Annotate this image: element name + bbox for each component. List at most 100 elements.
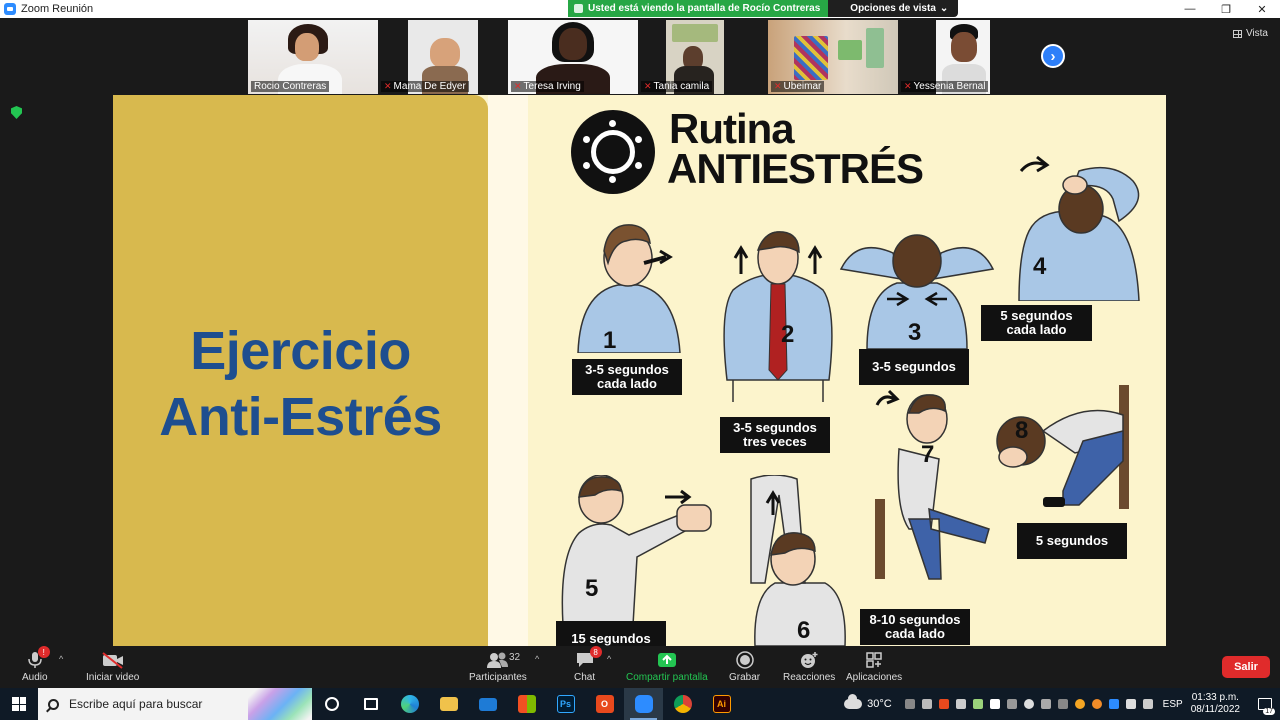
taskbar-mail[interactable] (468, 688, 507, 720)
exercise-figure-5 (561, 475, 712, 625)
start-video-button[interactable]: Iniciar video (86, 650, 139, 683)
tray-app-icon[interactable] (1007, 699, 1018, 709)
tray-app-icon[interactable] (1092, 699, 1103, 709)
encryption-shield-icon[interactable] (11, 106, 22, 119)
participant-face (951, 32, 977, 62)
weather-temperature: 30°C (867, 698, 892, 710)
reactions-button[interactable]: Reacciones (783, 650, 835, 683)
taskbar-search[interactable]: Escribe aquí para buscar (38, 688, 312, 720)
audio-button[interactable]: ! Audio (22, 646, 50, 683)
window-titlebar: Zoom Reunión Usted está viendo la pantal… (0, 0, 1280, 18)
tray-app-icon[interactable] (922, 699, 933, 709)
taskbar-file-explorer[interactable] (429, 688, 468, 720)
audio-options-caret[interactable]: ^ (59, 654, 63, 664)
reactions-label: Reacciones (783, 672, 836, 683)
notification-count: 17 (1263, 708, 1275, 715)
taskbar-illustrator[interactable]: Ai (702, 688, 741, 720)
video-off-icon (101, 650, 125, 670)
muted-mic-icon: ✕ (904, 81, 912, 91)
participant-tile[interactable]: ✕ Mama De Edyer (378, 20, 508, 94)
clock-time: 01:33 p.m. (1191, 692, 1239, 703)
screen-share-icon (574, 4, 583, 13)
taskbar-store[interactable] (507, 688, 546, 720)
chat-button[interactable]: 8 Chat (574, 646, 602, 683)
muted-mic-icon: ✕ (644, 81, 652, 91)
share-screen-icon (657, 650, 677, 670)
network-icon[interactable] (1126, 699, 1137, 709)
apps-icon (865, 650, 883, 670)
logo-bead (633, 160, 644, 171)
step-number: 1 (603, 327, 617, 354)
step-duration-label: 5 segundos (1017, 523, 1127, 559)
taskbar-chrome[interactable] (663, 688, 702, 720)
shared-screen: Ejercicio Anti-Estrés Rutina ANTIESTRÉS … (113, 95, 1166, 646)
close-button[interactable]: ✕ (1244, 0, 1280, 18)
step-duration-label: 3-5 segundos cada lado (572, 359, 682, 395)
participants-label: Participantes (469, 672, 527, 683)
apps-button[interactable]: Aplicaciones (846, 650, 902, 683)
exercise-figure-4 (1018, 155, 1140, 301)
zoom-app-icon (4, 3, 16, 15)
cortana-button[interactable] (312, 688, 351, 720)
tray-app-icon[interactable] (1109, 699, 1120, 709)
minimize-button[interactable]: — (1172, 0, 1208, 18)
task-view-button[interactable] (351, 688, 390, 720)
share-banner-message: Usted está viendo la pantalla de Rocío C… (568, 0, 829, 17)
participant-tile[interactable]: ✕ Tania camila (638, 20, 768, 94)
tray-app-icon[interactable] (939, 699, 950, 709)
participant-tile[interactable]: ✕ Ubeimar (768, 20, 898, 94)
tray-app-icon[interactable] (1058, 699, 1069, 709)
taskbar-edge[interactable] (390, 688, 429, 720)
taskbar-clock[interactable]: 01:33 p.m. 08/11/2022 (1191, 692, 1240, 716)
start-video-label: Iniciar video (86, 672, 140, 683)
taskbar-office[interactable]: O (585, 688, 624, 720)
share-screen-button[interactable]: Compartir pantalla (626, 650, 708, 683)
taskbar-zoom[interactable] (624, 688, 663, 720)
view-button-label: Vista (1245, 28, 1268, 39)
tray-app-icon[interactable] (1041, 699, 1052, 709)
leave-meeting-button[interactable]: Salir (1222, 656, 1270, 678)
tray-app-icon[interactable] (905, 699, 916, 709)
logo-bead (607, 118, 618, 129)
step-number: 7 (921, 441, 935, 468)
participants-count: 32 (509, 652, 521, 663)
chat-label: Chat (574, 672, 596, 683)
participants-icon (486, 650, 510, 670)
tray-app-icon[interactable] (1075, 699, 1086, 709)
record-button[interactable]: Grabar (729, 650, 760, 683)
tray-app-icon[interactable] (973, 699, 984, 709)
logo-ring (591, 130, 635, 174)
logo-bead (607, 174, 618, 185)
store-icon (517, 695, 536, 713)
maximize-button[interactable]: ❐ (1208, 0, 1244, 18)
participant-tile[interactable]: ✕ Teresa Irving (508, 20, 638, 94)
tray-app-icon[interactable] (956, 699, 967, 709)
step-number: 6 (797, 617, 811, 644)
tray-app-icon[interactable] (1024, 699, 1035, 709)
participant-name: ✕ Tania camila (641, 81, 713, 92)
volume-icon[interactable] (1143, 699, 1154, 709)
audio-label: Audio (22, 672, 48, 683)
slide-title: Ejercicio Anti-Estrés (113, 318, 488, 450)
start-button[interactable] (0, 688, 38, 720)
participant-tile[interactable]: Rocio Contreras (248, 20, 378, 94)
view-button[interactable]: Vista (1232, 28, 1268, 39)
participant-tile[interactable]: ✕ Yessenia Bernal (898, 20, 1028, 94)
view-options-button[interactable]: Opciones de vista ⌄ (828, 0, 959, 17)
taskbar-photoshop[interactable]: Ps (546, 688, 585, 720)
participants-options-caret[interactable]: ^ (535, 654, 539, 664)
share-screen-label: Compartir pantalla (626, 672, 708, 683)
audio-warning-badge: ! (37, 646, 50, 658)
tray-app-icon[interactable] (990, 699, 1001, 709)
input-language[interactable]: ESP (1163, 699, 1183, 710)
muted-mic-icon: ✕ (774, 81, 782, 91)
weather-widget[interactable]: 30°C (844, 694, 892, 710)
step-duration-label: 5 segundos cada lado (981, 305, 1092, 341)
notifications-button[interactable]: 17 (1250, 688, 1280, 720)
next-participants-button[interactable]: › (1041, 44, 1065, 68)
participant-face (559, 28, 587, 60)
share-banner: Usted está viendo la pantalla de Rocío C… (568, 0, 959, 17)
microphone-icon: ! (27, 646, 50, 670)
zoom-icon (634, 695, 653, 713)
chat-options-caret[interactable]: ^ (607, 654, 611, 664)
